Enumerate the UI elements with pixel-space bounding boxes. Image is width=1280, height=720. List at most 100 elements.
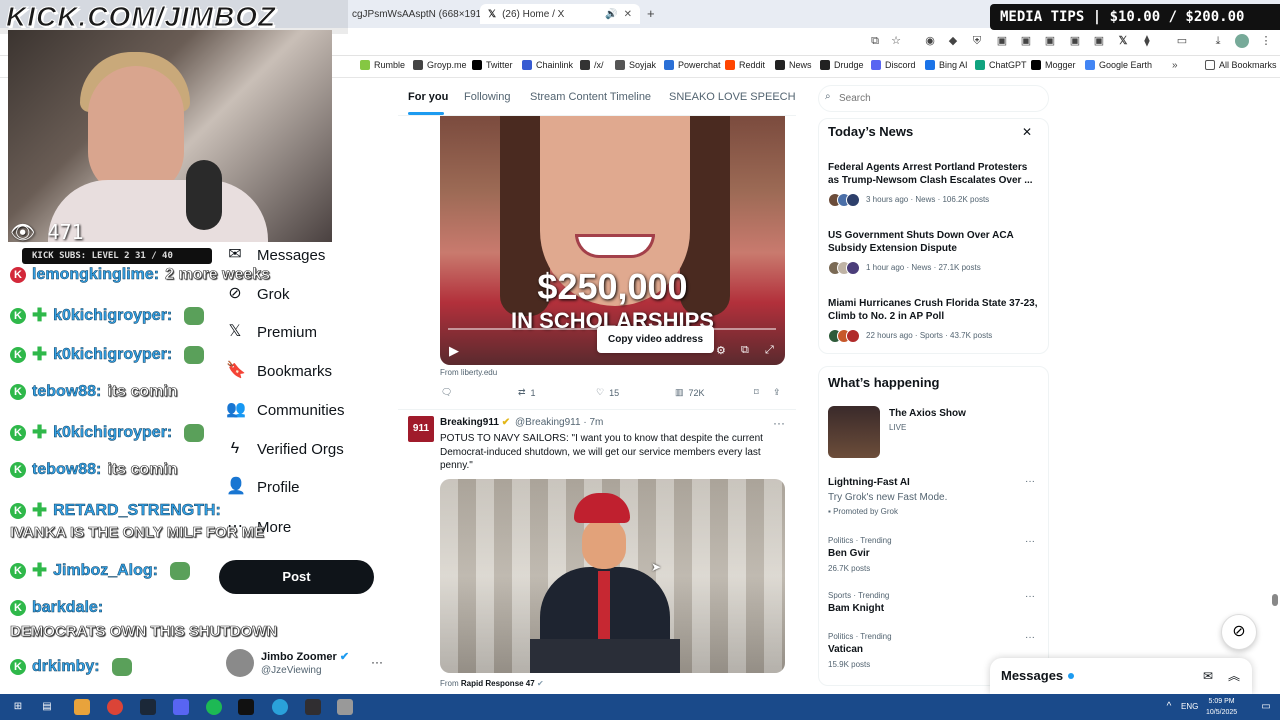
close-icon[interactable]: ✕ <box>624 9 632 20</box>
views-button[interactable]: ▥ 72K <box>675 387 705 398</box>
trend-name[interactable]: Vatican <box>828 644 863 655</box>
like-button[interactable]: ♡ 15 <box>596 387 619 398</box>
clock[interactable]: 5:09 PM 10/5/2025 <box>1206 696 1237 718</box>
nav-communities[interactable]: 👥 Communities <box>226 401 345 419</box>
language-indicator[interactable]: ENG <box>1181 702 1198 711</box>
tab-for-you[interactable]: For you <box>408 91 448 103</box>
bookmark-item[interactable]: Discord <box>871 60 916 70</box>
steam-icon[interactable] <box>140 699 156 715</box>
nav-premium[interactable]: 𝕏 Premium <box>226 323 317 341</box>
grok-button[interactable]: ⊘ <box>1221 614 1257 650</box>
bookmark-item[interactable]: ChatGPT <box>975 60 1027 70</box>
notification-icon[interactable]: ▭ <box>1258 699 1274 715</box>
extension-icon[interactable]: ◉ <box>923 34 937 48</box>
bookmark-button[interactable]: ⌑ <box>754 387 759 398</box>
pip-icon[interactable]: ⧉ <box>741 344 749 357</box>
bookmark-item[interactable]: Chainlink <box>522 60 573 70</box>
bookmark-item[interactable]: Soyjak <box>615 60 656 70</box>
x-extension-icon[interactable]: 𝕏 <box>1116 34 1130 48</box>
more-icon[interactable]: ··· <box>1025 476 1035 487</box>
trend-name[interactable]: Ben Gvir <box>828 548 870 559</box>
more-icon[interactable]: ··· <box>371 655 383 669</box>
speaker-icon[interactable]: 🔊 <box>605 9 617 20</box>
avatar[interactable] <box>226 649 254 677</box>
nav-bookmarks[interactable]: 🔖 Bookmarks <box>226 362 332 380</box>
share-button[interactable]: ⇪ <box>773 387 781 398</box>
screenshot-icon[interactable]: ⧉ <box>868 34 882 48</box>
nav-messages[interactable]: ✉ Messages <box>226 246 325 264</box>
downloads-icon[interactable]: ⤓ <box>1211 34 1225 48</box>
bookmark-item[interactable]: Google Earth <box>1085 60 1152 70</box>
extension-icon[interactable]: ▣ <box>995 34 1009 48</box>
play-icon[interactable]: ▶ <box>449 343 459 359</box>
bookmark-item[interactable]: Rumble <box>360 60 405 70</box>
more-icon[interactable]: ··· <box>773 416 785 430</box>
extension-icon[interactable]: ◆ <box>946 34 960 48</box>
reply-button[interactable]: 🗨 <box>441 387 452 398</box>
chevron-up-icon[interactable]: ︽ <box>1228 667 1240 684</box>
news-headline[interactable]: Miami Hurricanes Crush Florida State 37-… <box>828 297 1038 323</box>
chrome-icon[interactable] <box>107 699 123 715</box>
star-icon[interactable]: ☆ <box>889 34 903 48</box>
image-source[interactable]: From Rapid Response 47 ✔ <box>440 679 544 688</box>
search-input[interactable] <box>818 85 1049 112</box>
bookmark-item[interactable]: Groyp.me <box>413 60 467 70</box>
shield-icon[interactable]: ⛨ <box>970 34 984 48</box>
tweet-image[interactable] <box>440 479 785 673</box>
app-icon[interactable] <box>337 699 353 715</box>
tab-sneako-love-speech[interactable]: SNEAKO LOVE SPEECH <box>669 91 796 103</box>
news-headline[interactable]: US Government Shuts Down Over ACA Subsid… <box>828 229 1038 255</box>
discord-icon[interactable] <box>173 699 189 715</box>
nav-verified-orgs[interactable]: ϟ Verified Orgs <box>226 440 344 458</box>
messages-drawer-title[interactable]: Messages <box>1001 668 1063 683</box>
bookmark-item[interactable]: Reddit <box>725 60 765 70</box>
settings-icon[interactable]: ⚙ <box>716 344 726 357</box>
bookmark-item[interactable]: /x/ <box>580 60 604 70</box>
nav-grok[interactable]: ⊘ Grok <box>226 285 289 303</box>
extension-icon[interactable]: ▣ <box>1068 34 1082 48</box>
video-source[interactable]: From liberty.edu <box>440 368 497 377</box>
sidebar-icon[interactable]: ▭ <box>1175 34 1189 48</box>
telegram-icon[interactable] <box>272 699 288 715</box>
bookmark-item[interactable]: Powerchat <box>664 60 721 70</box>
extension-icon[interactable]: ▣ <box>1043 34 1057 48</box>
axios-show-thumbnail[interactable] <box>828 406 880 458</box>
promo-title[interactable]: Lightning-Fast AI <box>828 477 910 488</box>
axios-show-title[interactable]: The Axios Show <box>889 408 966 419</box>
file-explorer-icon[interactable] <box>74 699 90 715</box>
scrollbar[interactable] <box>1272 594 1278 606</box>
fullscreen-icon[interactable]: ⤢ <box>765 344 774 357</box>
windows-start-icon[interactable]: ⊞ <box>10 699 26 715</box>
puzzle-icon[interactable]: ⧫ <box>1140 34 1154 48</box>
more-icon[interactable]: ··· <box>1025 632 1035 643</box>
more-icon[interactable]: ··· <box>1025 536 1035 547</box>
avatar[interactable]: 911 <box>408 416 434 442</box>
tab-stream-content-timeline[interactable]: Stream Content Timeline <box>530 91 651 103</box>
task-view-icon[interactable]: ▤ <box>39 699 55 715</box>
menu-icon[interactable]: ⋮ <box>1259 34 1273 48</box>
app-icon[interactable] <box>238 699 254 715</box>
news-headline[interactable]: Federal Agents Arrest Portland Protester… <box>828 161 1038 187</box>
post-button[interactable]: Post <box>219 560 374 594</box>
bookmark-item[interactable]: Twitter <box>472 60 513 70</box>
trend-name[interactable]: Bam Knight <box>828 603 884 614</box>
tweet-meta[interactable]: @Breaking911 · 7m <box>515 417 603 428</box>
more-icon[interactable]: ··· <box>1025 591 1035 602</box>
account-name[interactable]: Jimbo Zoomer ✔ <box>261 650 349 663</box>
bookmark-item[interactable]: Mogger <box>1031 60 1076 70</box>
nav-profile[interactable]: 👤 Profile <box>226 478 300 496</box>
bookmark-item[interactable]: Drudge <box>820 60 864 70</box>
obs-icon[interactable] <box>305 699 321 715</box>
copy-video-address-menu-item[interactable]: Copy video address <box>597 326 714 353</box>
tab-following[interactable]: Following <box>464 91 510 103</box>
all-bookmarks-button[interactable]: All Bookmarks <box>1205 60 1277 70</box>
extension-icon[interactable]: ▣ <box>1019 34 1033 48</box>
tweet-author-name[interactable]: Breaking911 ✔ <box>440 417 510 428</box>
close-icon[interactable]: ✕ <box>1022 125 1032 139</box>
spotify-icon[interactable] <box>206 699 222 715</box>
tab-image[interactable]: cgJPsmWsAAsptN (668×191) ✕ <box>352 4 499 24</box>
retweet-button[interactable]: ⇄ 1 <box>518 387 536 398</box>
new-tab-button[interactable]: + <box>647 6 655 21</box>
bookmark-item[interactable]: News <box>775 60 812 70</box>
chevron-right-icon[interactable]: » <box>1172 60 1178 71</box>
